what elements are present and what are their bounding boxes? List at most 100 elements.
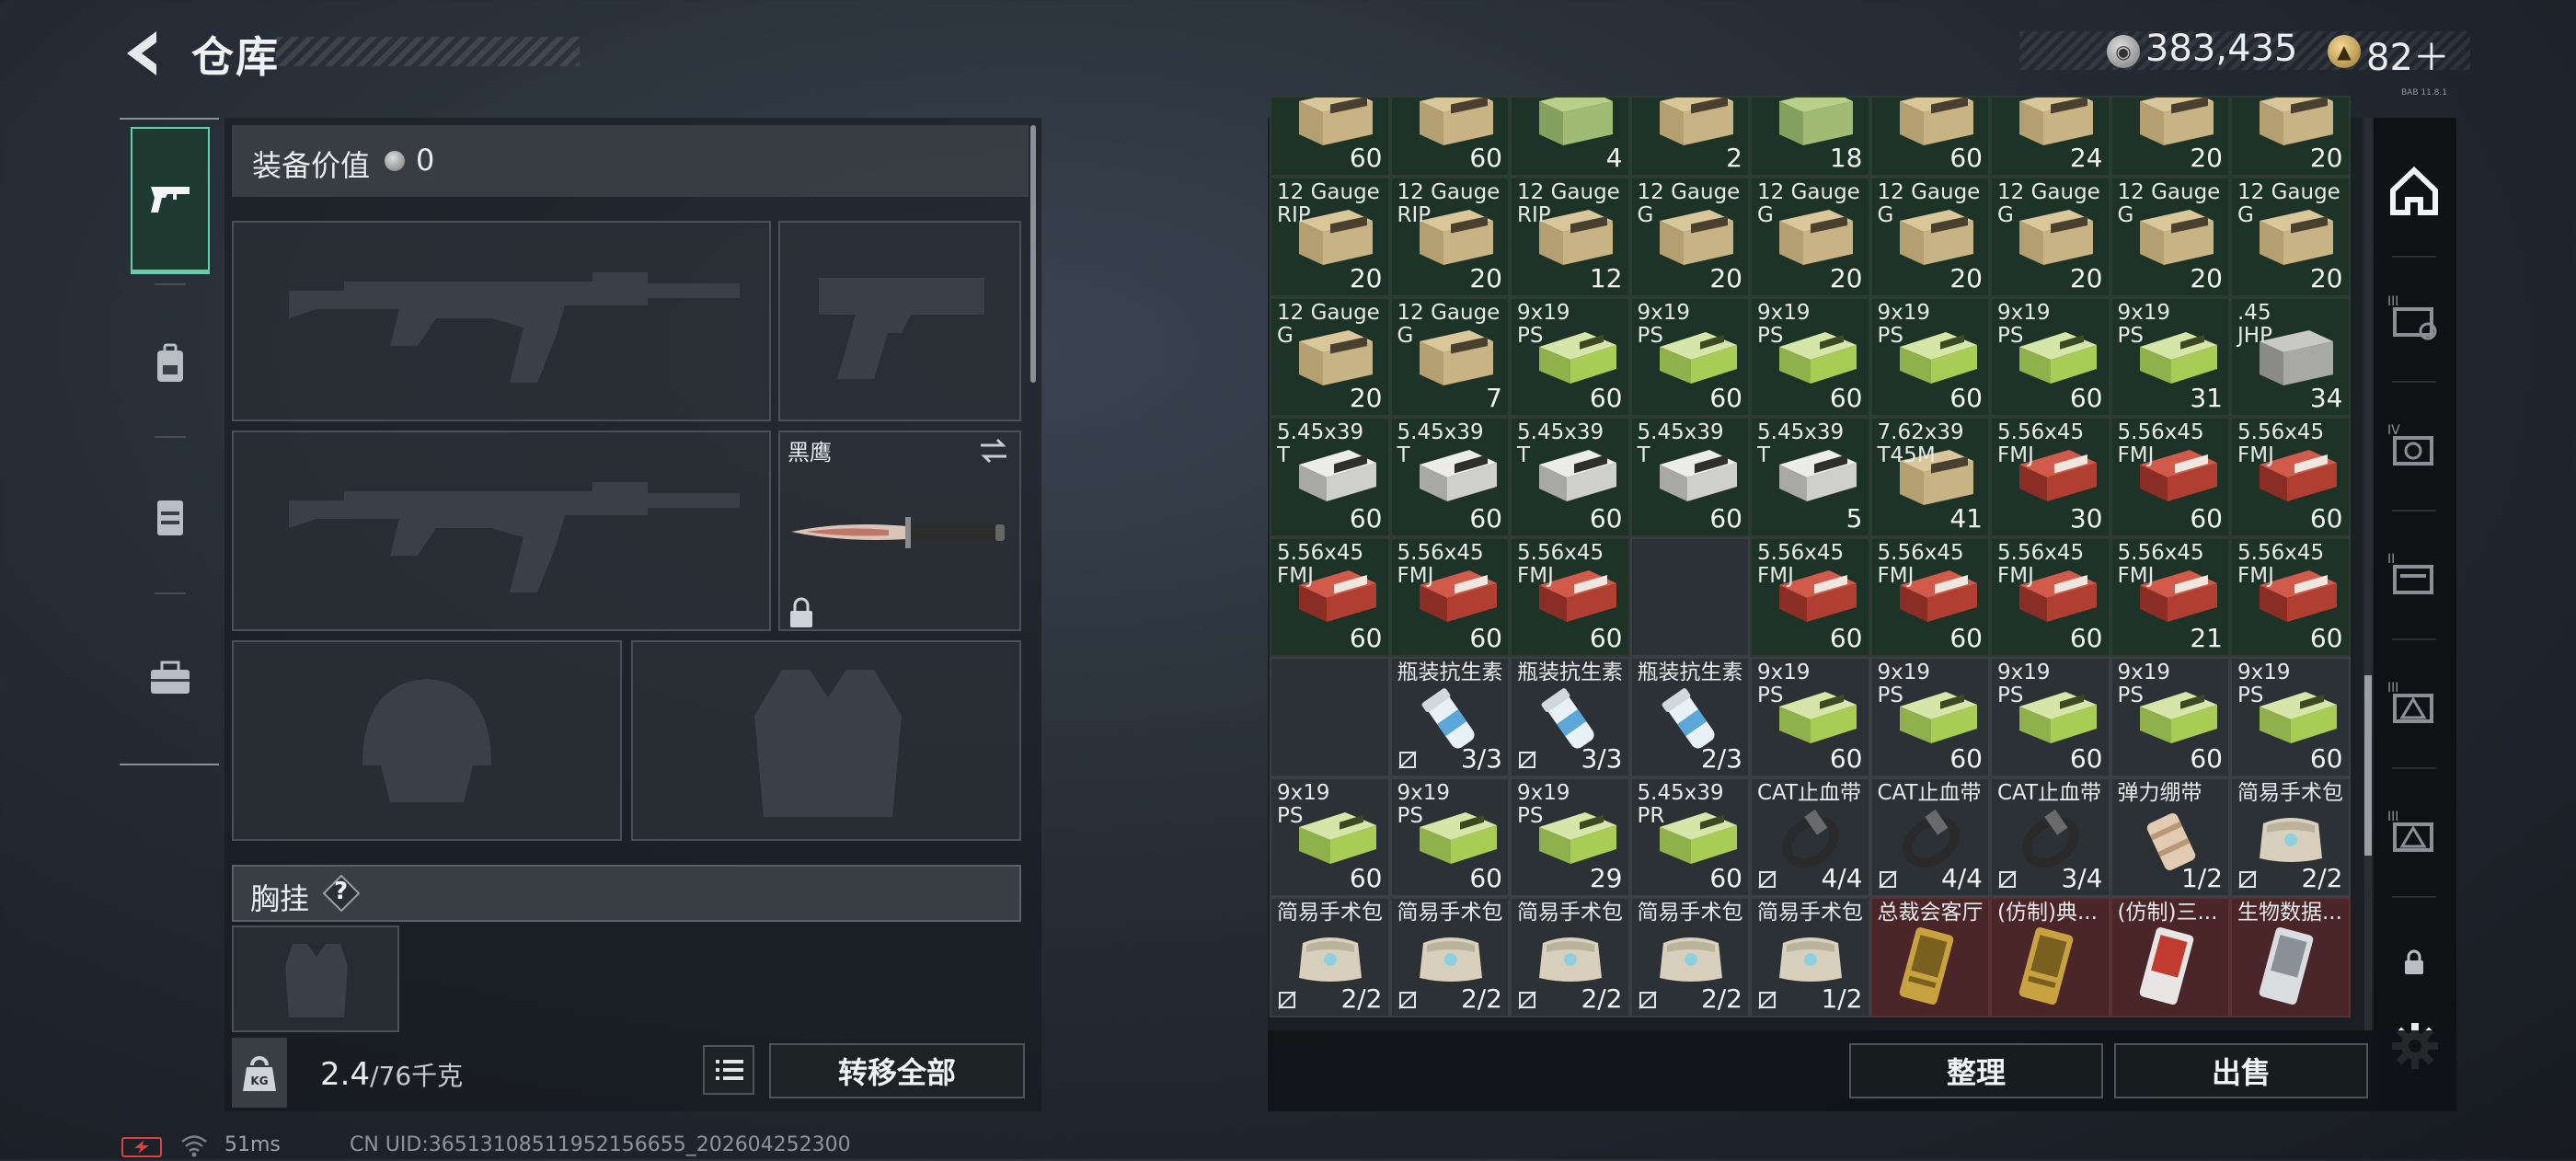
stash-item[interactable]: 5.56x45 FMJ 60	[1389, 536, 1510, 657]
stash-item[interactable]: 12 Gauge RIP 20	[1270, 177, 1390, 297]
stash-item[interactable]: 简易手术包 2/2	[1629, 897, 1750, 1017]
stash-item[interactable]: 18	[1750, 96, 1870, 177]
gold-coin-icon[interactable]: ▲	[2328, 35, 2361, 68]
stash-item[interactable]: 总裁会客厅	[1869, 897, 1990, 1017]
stash-item[interactable]: 12 Gauge G 20	[1629, 177, 1750, 297]
stash-item[interactable]: 瓶装抗生素 3/3	[1389, 657, 1510, 777]
stash-item[interactable]: 5.56x45 FMJ 60	[1990, 536, 2110, 657]
stash-item[interactable]: 5.45x39 T 60	[1510, 417, 1630, 537]
currency-premium-value[interactable]: 82＋	[2366, 28, 2450, 81]
stash-item[interactable]: 5.56x45 FMJ 60	[1510, 536, 1630, 657]
stash-item[interactable]: 5.45x39 T 60	[1270, 417, 1390, 537]
stash-item[interactable]: 5.45x39 PR 60	[1629, 776, 1750, 897]
transfer-all-button[interactable]: 转移全部	[769, 1043, 1025, 1098]
stash-item[interactable]: 5.56x45 FMJ 60	[2230, 536, 2351, 657]
chest-rig-slot[interactable]	[232, 925, 399, 1032]
stash-item[interactable]: 9x19 PS 60	[1750, 657, 1870, 777]
stash-item[interactable]: 60	[1270, 96, 1390, 177]
tab-stash-3c[interactable]: III	[2381, 795, 2447, 868]
stash-item[interactable]: 2	[1629, 96, 1750, 177]
tab-pouch[interactable]	[131, 603, 210, 751]
stash-item[interactable]: 60	[1869, 96, 1990, 177]
stash-item[interactable]: 瓶装抗生素 3/3	[1510, 657, 1630, 777]
tab-stash-main[interactable]	[2381, 155, 2447, 228]
stash-item[interactable]: 简易手术包 2/2	[1270, 897, 1390, 1017]
stash-scrollbar-track[interactable]	[2364, 118, 2372, 1030]
stash-item[interactable]: 4	[1510, 96, 1630, 177]
stash-item[interactable]: 5.56x45 FMJ 21	[2110, 536, 2230, 657]
stash-item[interactable]: 12 Gauge G 20	[1869, 177, 1990, 297]
stash-item[interactable]: 9x19 PS 60	[2110, 657, 2230, 777]
stash-item[interactable]: 5.45x39 T 60	[1629, 417, 1750, 537]
tab-stash-3[interactable]: III	[2381, 280, 2447, 353]
stash-item[interactable]: 简易手术包 2/2	[2230, 776, 2351, 897]
stash-item[interactable]: 12 Gauge G 20	[1270, 296, 1390, 417]
stash-item[interactable]: 7.62x39 T45M 41	[1869, 417, 1990, 537]
stash-item[interactable]: 简易手术包 2/2	[1389, 897, 1510, 1017]
stash-item[interactable]: 9x19 PS 60	[1270, 776, 1390, 897]
stash-item[interactable]: 5.45x39 T 60	[1389, 417, 1510, 537]
stash-item[interactable]: 5.56x45 FMJ 60	[1270, 536, 1390, 657]
tab-chest-rig[interactable]	[131, 443, 210, 591]
stash-item[interactable]: 5.56x45 FMJ 60	[1750, 536, 1870, 657]
stash-item[interactable]: 5.56x45 FMJ 30	[1990, 417, 2110, 537]
tab-locked[interactable]	[2381, 925, 2447, 999]
stash-item[interactable]: CAT止血带 4/4	[1750, 776, 1870, 897]
stash-item[interactable]: 弹力绷带 1/2	[2110, 776, 2230, 897]
stash-item[interactable]: CAT止血带 4/4	[1869, 776, 1990, 897]
stash-item[interactable]: (仿制)三...	[2110, 897, 2230, 1017]
primary-weapon-slot[interactable]	[232, 221, 771, 421]
armor-slot[interactable]	[631, 640, 1021, 841]
empty-stash-cell[interactable]	[1270, 657, 1390, 777]
stash-item[interactable]: 12 Gauge RIP 20	[1389, 177, 1510, 297]
stash-item[interactable]: 12 Gauge G 20	[1750, 177, 1870, 297]
stash-item[interactable]: 9x19 PS 60	[1990, 296, 2110, 417]
stash-item[interactable]: 20	[2230, 96, 2351, 177]
stash-item[interactable]: 9x19 PS 60	[1869, 296, 1990, 417]
stash-item[interactable]: 24	[1990, 96, 2110, 177]
help-icon[interactable]: ?	[322, 874, 361, 913]
stash-item[interactable]: 生物数据...	[2230, 897, 2351, 1017]
stash-item[interactable]: 简易手术包 2/2	[1510, 897, 1630, 1017]
stash-item[interactable]: 9x19 PS 31	[2110, 296, 2230, 417]
stash-item[interactable]: 简易手术包 1/2	[1750, 897, 1870, 1017]
equipment-scrollbar[interactable]	[1030, 125, 1036, 383]
stash-item[interactable]: 9x19 PS 60	[1629, 296, 1750, 417]
helmet-slot[interactable]	[232, 640, 622, 841]
stash-item[interactable]: 瓶装抗生素 2/3	[1629, 657, 1750, 777]
list-view-button[interactable]	[703, 1045, 754, 1095]
stash-item[interactable]: .45 JHP 34	[2230, 296, 2351, 417]
tab-stash-3b[interactable]: III	[2381, 666, 2447, 740]
stash-item[interactable]: 5.56x45 FMJ 60	[1869, 536, 1990, 657]
sell-button[interactable]: 出售	[2114, 1043, 2368, 1098]
stash-item[interactable]: CAT止血带 3/4	[1990, 776, 2110, 897]
stash-item[interactable]: 9x19 PS 60	[1990, 657, 2110, 777]
stash-item[interactable]: 9x19 PS 29	[1510, 776, 1630, 897]
stash-item[interactable]: 5.56x45 FMJ 60	[2230, 417, 2351, 537]
swap-icon[interactable]	[977, 436, 1010, 466]
stash-item[interactable]: 9x19 PS 60	[1510, 296, 1630, 417]
stash-item[interactable]: 5.45x39 T 5	[1750, 417, 1870, 537]
stash-item[interactable]: 12 Gauge G 7	[1389, 296, 1510, 417]
back-button[interactable]	[120, 28, 166, 79]
stash-item[interactable]: (仿制)典...	[1990, 897, 2110, 1017]
stash-item[interactable]: 9x19 PS 60	[1750, 296, 1870, 417]
tab-backpack[interactable]	[131, 291, 210, 438]
stash-item[interactable]: 9x19 PS 60	[1869, 657, 1990, 777]
sort-button[interactable]: 整理	[1849, 1043, 2103, 1098]
pistol-slot[interactable]	[778, 221, 1021, 421]
stash-item[interactable]: 20	[2110, 96, 2230, 177]
stash-item[interactable]: 60	[1389, 96, 1510, 177]
stash-item[interactable]: 12 Gauge RIP 12	[1510, 177, 1630, 297]
tab-stash-4[interactable]: IV	[2381, 408, 2447, 482]
stash-item[interactable]: 9x19 PS 60	[2230, 657, 2351, 777]
stash-item[interactable]: 9x19 PS 60	[1389, 776, 1510, 897]
empty-stash-cell[interactable]	[1629, 536, 1750, 657]
tab-weapons[interactable]	[131, 127, 210, 274]
stash-item[interactable]: 12 Gauge G 20	[2230, 177, 2351, 297]
stash-item[interactable]: 12 Gauge G 20	[1990, 177, 2110, 297]
secondary-weapon-slot[interactable]	[232, 431, 771, 631]
stash-item[interactable]: 12 Gauge G 20	[2110, 177, 2230, 297]
stash-item[interactable]: 5.56x45 FMJ 60	[2110, 417, 2230, 537]
tab-stash-2[interactable]: II	[2381, 537, 2447, 611]
